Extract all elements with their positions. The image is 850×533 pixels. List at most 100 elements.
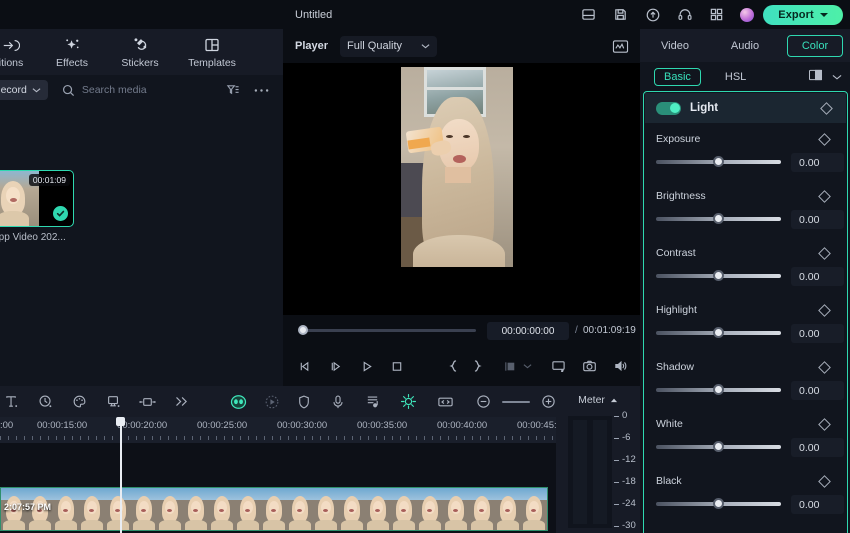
tab-video-label: Video xyxy=(661,39,689,52)
scrubber-track[interactable] xyxy=(300,329,476,332)
slider-value-exposure[interactable]: 0.00 xyxy=(791,153,844,172)
ruler-tick xyxy=(248,436,249,440)
headset-icon[interactable] xyxy=(676,6,693,23)
grid-apps-icon[interactable] xyxy=(708,6,725,23)
keyframe-diamond-icon[interactable] xyxy=(818,361,831,374)
split-compare-icon[interactable] xyxy=(808,69,823,84)
compare-dropdown[interactable] xyxy=(523,363,532,369)
fit-to-screen-icon[interactable] xyxy=(437,395,454,409)
ai-sparkle-icon[interactable] xyxy=(400,393,417,410)
prev-frame-button[interactable] xyxy=(298,360,312,373)
keyframe-diamond-icon[interactable] xyxy=(818,190,831,203)
meter-header[interactable]: Meter xyxy=(556,394,640,406)
slider-group-contrast: Contrast 0.00 xyxy=(645,239,846,296)
crop-icon[interactable] xyxy=(106,394,121,409)
playhead-handle[interactable] xyxy=(116,417,125,426)
next-frame-button[interactable] xyxy=(329,360,343,373)
play-button[interactable] xyxy=(360,360,374,373)
timeline-tracks[interactable]: 2:07:57 PM xyxy=(0,443,556,533)
subtab-hsl[interactable]: HSL xyxy=(725,71,746,83)
plus-circle-icon[interactable] xyxy=(541,394,556,409)
ruler-tick xyxy=(272,436,273,440)
quality-dropdown[interactable]: Full Quality xyxy=(340,35,438,57)
split-view-button[interactable] xyxy=(503,360,517,373)
slider-handle-shadow[interactable] xyxy=(713,384,724,395)
chevron-double-right-icon[interactable] xyxy=(174,395,189,408)
slider-value-brightness[interactable]: 0.00 xyxy=(791,210,844,229)
keyframe-diamond-icon[interactable] xyxy=(818,418,831,431)
filter-icon[interactable] xyxy=(226,83,240,97)
cloud-upload-icon[interactable] xyxy=(644,6,661,23)
media-thumbnail[interactable]: 00:01:09 xyxy=(0,170,74,227)
stop-button[interactable] xyxy=(390,360,404,373)
ruler-tick xyxy=(240,436,241,440)
chevron-down-icon[interactable] xyxy=(832,71,842,83)
keyframe-diamond-icon[interactable] xyxy=(820,101,833,115)
sidebar-item-stickers[interactable]: Stickers xyxy=(108,29,172,75)
snapshot-button[interactable] xyxy=(582,359,597,373)
scrubber-handle[interactable] xyxy=(298,325,308,335)
tab-audio[interactable]: Audio xyxy=(710,29,780,62)
avatar[interactable] xyxy=(740,7,754,22)
light-toggle[interactable] xyxy=(656,101,681,115)
ruler-tick xyxy=(48,436,49,440)
minus-circle-icon[interactable] xyxy=(476,394,491,409)
export-label: Export xyxy=(778,9,814,21)
scope-icon[interactable] xyxy=(612,39,629,54)
save-as-icon[interactable] xyxy=(612,6,629,23)
export-button[interactable]: Export xyxy=(763,5,843,25)
sidebar-item-transitions[interactable]: itions xyxy=(0,29,34,75)
mark-in-button[interactable] xyxy=(448,359,459,373)
text-icon[interactable] xyxy=(4,394,19,409)
keyframe-diamond-icon[interactable] xyxy=(818,304,831,317)
slider-value-highlight[interactable]: 0.00 xyxy=(791,324,844,343)
save-icon[interactable] xyxy=(580,6,597,23)
slider-value-shadow[interactable]: 0.00 xyxy=(791,381,844,400)
record-button[interactable]: Record xyxy=(0,80,48,100)
search-input[interactable] xyxy=(81,84,202,96)
pop-out-button[interactable] xyxy=(551,359,566,373)
slider-handle-contrast[interactable] xyxy=(713,270,724,281)
player-panel: Player Full Quality 00:00:00:00 / 00:01:… xyxy=(283,29,656,386)
transitions-icon xyxy=(2,35,20,54)
tab-video[interactable]: Video xyxy=(640,29,710,62)
shield-icon[interactable] xyxy=(297,394,311,410)
slider-value-black[interactable]: 0.00 xyxy=(791,495,844,514)
filmstrip-frame xyxy=(209,488,235,530)
ruler-tick xyxy=(544,436,545,440)
ruler-tick xyxy=(264,436,265,440)
current-timecode[interactable]: 00:00:00:00 xyxy=(487,322,569,340)
slider-handle-brightness[interactable] xyxy=(713,213,724,224)
transition-icon[interactable] xyxy=(139,395,156,409)
slider-value-white[interactable]: 0.00 xyxy=(791,438,844,457)
speed-icon[interactable] xyxy=(38,394,53,409)
slider-value-contrast[interactable]: 0.00 xyxy=(791,267,844,286)
video-preview-stage[interactable] xyxy=(283,63,640,315)
playhead[interactable] xyxy=(116,417,125,533)
zoom-slider[interactable] xyxy=(502,396,570,407)
volume-button[interactable] xyxy=(613,359,628,373)
slider-handle-exposure[interactable] xyxy=(713,156,724,167)
tab-color[interactable]: Color xyxy=(780,29,850,62)
subtab-basic[interactable]: Basic xyxy=(654,67,701,86)
sidebar-item-effects[interactable]: Effects xyxy=(42,29,102,75)
captions-icon[interactable] xyxy=(365,394,380,410)
microphone-icon[interactable] xyxy=(331,394,345,410)
ruler-tick xyxy=(168,436,169,440)
keyframe-diamond-icon[interactable] xyxy=(818,475,831,488)
slider-handle-white[interactable] xyxy=(713,441,724,452)
mark-out-button[interactable] xyxy=(472,359,483,373)
ai-portrait-icon[interactable] xyxy=(229,393,248,411)
slider-handle-highlight[interactable] xyxy=(713,327,724,338)
timeline-clip[interactable]: 2:07:57 PM xyxy=(0,487,548,531)
ruler-tick xyxy=(192,436,193,440)
more-options-icon[interactable] xyxy=(254,88,269,93)
timeline-toolbar xyxy=(0,386,570,417)
slider-handle-black[interactable] xyxy=(713,498,724,509)
auto-reframe-icon[interactable] xyxy=(264,394,280,410)
sidebar-item-templates[interactable]: Templates xyxy=(176,29,248,75)
palette-icon[interactable] xyxy=(72,394,87,409)
keyframe-diamond-icon[interactable] xyxy=(818,133,831,146)
keyframe-diamond-icon[interactable] xyxy=(818,247,831,260)
timeline-ruler[interactable]: :00 00:00:15:00 00:00:20:00 00:00:25:00 … xyxy=(0,417,557,443)
